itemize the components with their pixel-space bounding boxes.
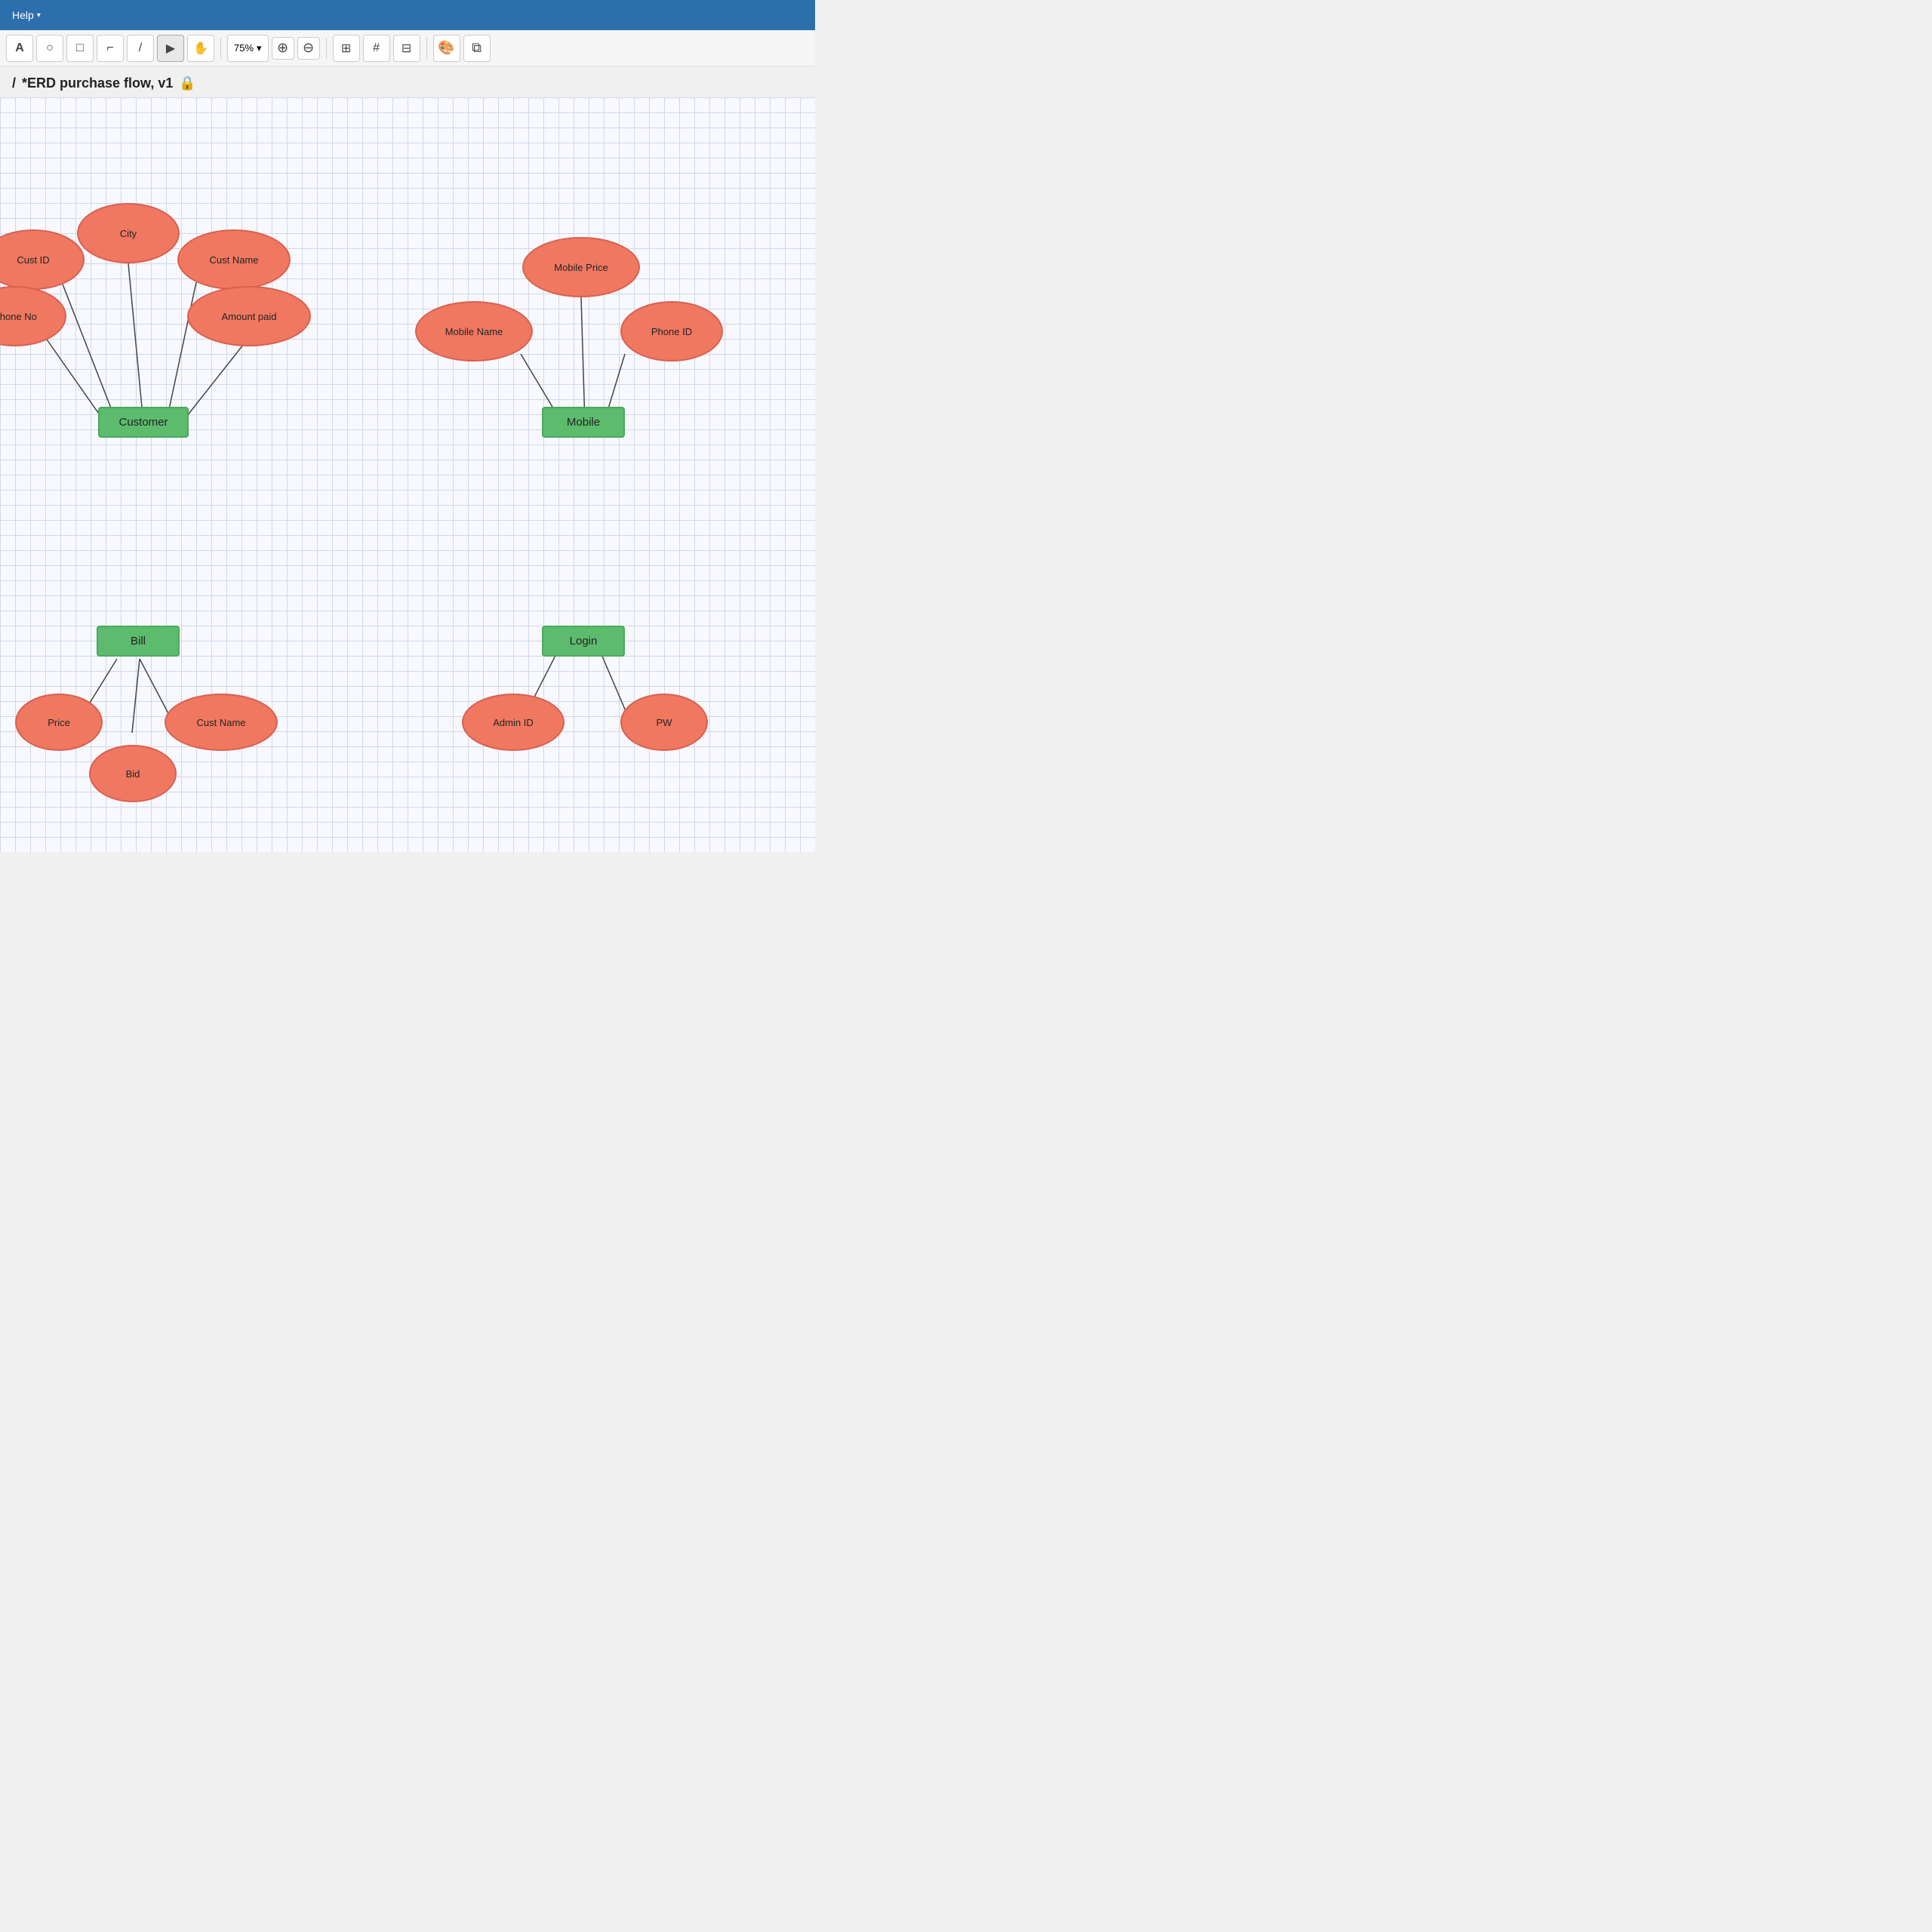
zoom-chevron: ▾ xyxy=(257,42,262,54)
line-city-customer xyxy=(128,263,143,423)
entity-login-label: Login xyxy=(570,635,598,648)
connector-tool-btn[interactable]: ⌐ xyxy=(97,35,124,62)
separator-1 xyxy=(220,38,221,59)
attr-cust-id[interactable]: Cust ID xyxy=(0,229,85,290)
color-btn[interactable]: 🎨 xyxy=(433,35,460,62)
grid-btn-2[interactable]: # xyxy=(363,35,390,62)
layers-btn[interactable]: ⧉ xyxy=(463,35,491,62)
attr-mobile-name[interactable]: Mobile Name xyxy=(415,301,533,361)
zoom-out-btn[interactable]: ⊖ xyxy=(297,37,320,60)
line-bid-bill xyxy=(132,659,140,733)
entity-bill[interactable]: Bill xyxy=(97,626,180,657)
line-phoneno-customer xyxy=(45,337,106,423)
zoom-in-btn[interactable]: ⊕ xyxy=(272,37,294,60)
line-amountpaid-customer xyxy=(181,337,249,423)
attr-city[interactable]: City xyxy=(77,203,180,263)
attr-amount-paid[interactable]: Amount paid xyxy=(187,286,311,346)
attr-cust-name[interactable]: Cust Name xyxy=(177,229,291,290)
attr-bid[interactable]: Bid xyxy=(89,745,177,802)
line-mobileprice-mobile xyxy=(581,297,585,423)
menu-bar: Help ▾ xyxy=(0,0,815,30)
zoom-value: 75% xyxy=(234,42,254,54)
entity-customer[interactable]: Customer xyxy=(98,407,189,438)
entity-login[interactable]: Login xyxy=(542,626,625,657)
grid-group: ⊞ # ⊟ xyxy=(333,35,420,62)
attr-cust-name-bill[interactable]: Cust Name xyxy=(165,694,278,751)
pan-tool-btn[interactable]: ✋ xyxy=(187,35,214,62)
title-bar: / *ERD purchase flow, v1 🔒 xyxy=(0,66,815,97)
attr-admin-id[interactable]: Admin ID xyxy=(462,694,565,751)
line-custid-customer xyxy=(60,278,117,423)
select-tool-btn[interactable]: ▶ xyxy=(157,35,184,62)
toolbar: A ○ □ ⌐ / ▶ ✋ 75% ▾ ⊕ ⊖ ⊞ # ⊟ 🎨 ⧉ xyxy=(0,30,815,66)
entity-customer-label: Customer xyxy=(118,416,168,429)
help-menu[interactable]: Help ▾ xyxy=(12,9,41,21)
grid-btn-1[interactable]: ⊞ xyxy=(333,35,360,62)
help-chevron: ▾ xyxy=(37,11,41,20)
separator-2 xyxy=(326,38,327,59)
attr-price[interactable]: Price xyxy=(15,694,103,751)
breadcrumb: / xyxy=(12,75,16,91)
line-custnamebill-bill xyxy=(140,659,170,716)
diagram-canvas: Customer Mobile Bill Login City Cust ID … xyxy=(0,97,815,852)
line-tool-btn[interactable]: / xyxy=(127,35,154,62)
entity-bill-label: Bill xyxy=(131,635,146,648)
attr-phone-id[interactable]: Phone ID xyxy=(620,301,723,361)
attr-pw[interactable]: PW xyxy=(620,694,708,751)
rect-tool-btn[interactable]: □ xyxy=(66,35,94,62)
tool-group: A ○ □ ⌐ / ▶ ✋ xyxy=(6,35,214,62)
help-label: Help xyxy=(12,9,34,21)
zoom-selector[interactable]: 75% ▾ xyxy=(227,35,269,62)
ellipse-tool-btn[interactable]: ○ xyxy=(36,35,63,62)
text-tool-btn[interactable]: A xyxy=(6,35,33,62)
lock-icon: 🔒 xyxy=(179,75,195,91)
entity-mobile-label: Mobile xyxy=(567,416,600,429)
entity-mobile[interactable]: Mobile xyxy=(542,407,625,438)
separator-3 xyxy=(426,38,427,59)
attr-mobile-price[interactable]: Mobile Price xyxy=(522,237,640,297)
page-title: *ERD purchase flow, v1 xyxy=(22,75,173,91)
attr-phone-no[interactable]: Phone No xyxy=(0,286,66,346)
grid-btn-3[interactable]: ⊟ xyxy=(393,35,420,62)
